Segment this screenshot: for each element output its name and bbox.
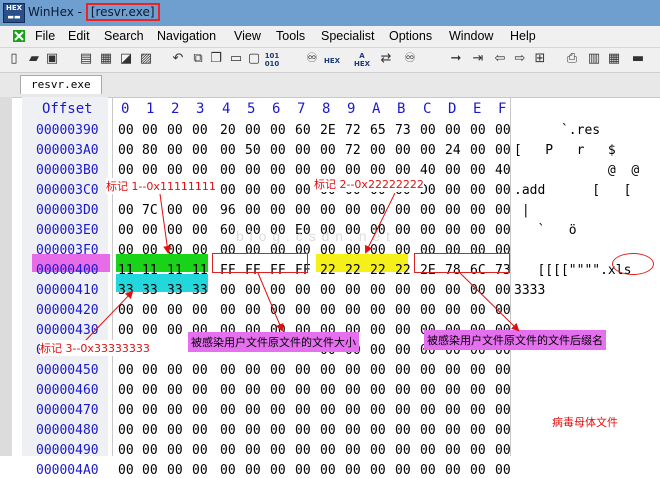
hex-byte[interactable]: 00 xyxy=(495,463,511,478)
hex-byte[interactable]: 00 xyxy=(320,463,336,478)
hex-byte[interactable]: 00 xyxy=(220,463,236,478)
size-arrow xyxy=(257,272,284,332)
hex-byte[interactable]: 00 xyxy=(118,463,134,478)
hex-byte[interactable]: 00 xyxy=(395,463,411,478)
mark3-arrow xyxy=(85,290,134,341)
ext-arrow xyxy=(459,272,520,332)
mark1-arrow xyxy=(159,193,172,254)
hex-byte[interactable]: 00 xyxy=(420,463,436,478)
hex-byte[interactable]: 00 xyxy=(270,463,286,478)
hex-byte[interactable]: 00 xyxy=(345,463,361,478)
annotation-arrows xyxy=(85,192,520,341)
mark2-arrow xyxy=(365,192,396,254)
hex-byte[interactable]: 00 xyxy=(142,463,158,478)
hex-byte[interactable]: 00 xyxy=(470,463,486,478)
hex-byte[interactable]: 00 xyxy=(370,463,386,478)
hex-byte[interactable]: 00 xyxy=(295,463,311,478)
row-offset[interactable]: 000004A0 xyxy=(36,463,99,478)
hex-byte[interactable]: 00 xyxy=(445,463,461,478)
hex-byte[interactable]: 00 xyxy=(167,463,183,478)
hex-byte[interactable]: 00 xyxy=(192,463,208,478)
hex-byte[interactable]: 00 xyxy=(245,463,261,478)
